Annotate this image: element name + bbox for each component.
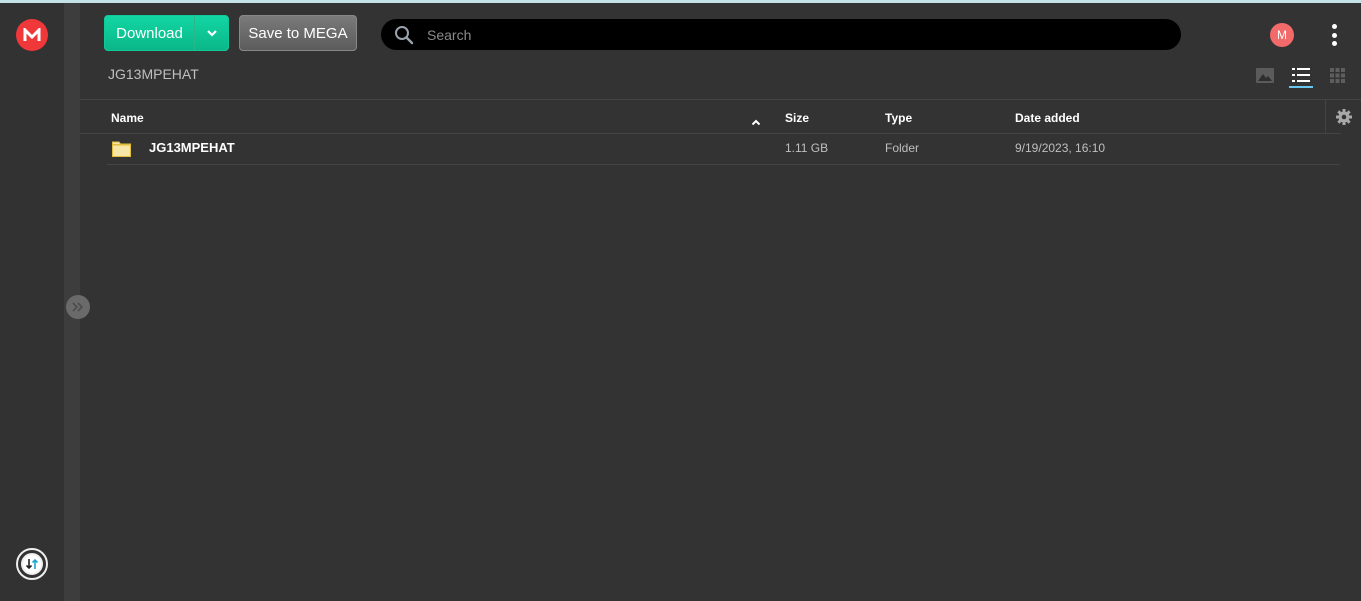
download-button[interactable]: Download <box>105 16 195 50</box>
breadcrumb[interactable]: JG13MPEHAT <box>108 66 199 82</box>
chevron-down-icon <box>206 30 217 37</box>
more-vertical-icon-dot <box>1331 41 1337 46</box>
transfers-arrows-icon <box>25 558 39 570</box>
search-bar <box>381 19 1181 50</box>
folder-icon <box>112 141 131 157</box>
row-divider <box>107 164 1340 165</box>
gear-icon <box>1335 108 1352 125</box>
row-type: Folder <box>885 141 920 155</box>
column-header-date[interactable]: Date added <box>1015 111 1080 125</box>
chevron-up-icon <box>751 119 761 126</box>
row-size: 1.11 GB <box>785 141 829 155</box>
grid-view-button[interactable] <box>1326 64 1348 86</box>
media-view-button[interactable] <box>1254 64 1276 86</box>
search-input[interactable] <box>427 26 1127 43</box>
transfers-ring <box>21 553 43 575</box>
column-header-type[interactable]: Type <box>885 111 912 125</box>
user-avatar[interactable]: M <box>1270 23 1294 47</box>
download-options-button[interactable] <box>195 16 228 50</box>
image-icon <box>1256 67 1274 83</box>
mega-logo-icon <box>23 28 41 41</box>
row-date: 9/19/2023, 16:10 <box>1015 141 1106 155</box>
sidebar <box>0 3 64 601</box>
expand-sidebar-button[interactable] <box>66 295 90 319</box>
table-row[interactable] <box>107 134 1340 164</box>
grid-icon <box>1329 67 1345 83</box>
save-to-mega-button[interactable]: Save to MEGA <box>239 15 357 51</box>
top-border <box>0 0 1361 3</box>
active-view-indicator <box>1289 86 1313 88</box>
more-menu-button[interactable] <box>1326 24 1342 46</box>
divider <box>80 99 1361 100</box>
list-view-button[interactable] <box>1290 64 1312 86</box>
column-settings-button[interactable] <box>1325 100 1361 133</box>
sort-button[interactable] <box>751 113 761 131</box>
row-name[interactable]: JG13MPEHAT <box>149 140 235 155</box>
transfers-button[interactable] <box>16 548 48 580</box>
list-icon <box>1292 68 1310 82</box>
search-icon <box>381 25 427 45</box>
mega-logo[interactable] <box>16 19 48 51</box>
more-vertical-icon-dot <box>1331 24 1337 29</box>
column-header-size[interactable]: Size <box>785 111 809 125</box>
column-header-name[interactable]: Name <box>111 111 144 125</box>
more-vertical-icon-dot <box>1331 32 1337 38</box>
double-chevron-right-icon <box>72 302 84 312</box>
download-button-group: Download <box>104 15 229 51</box>
